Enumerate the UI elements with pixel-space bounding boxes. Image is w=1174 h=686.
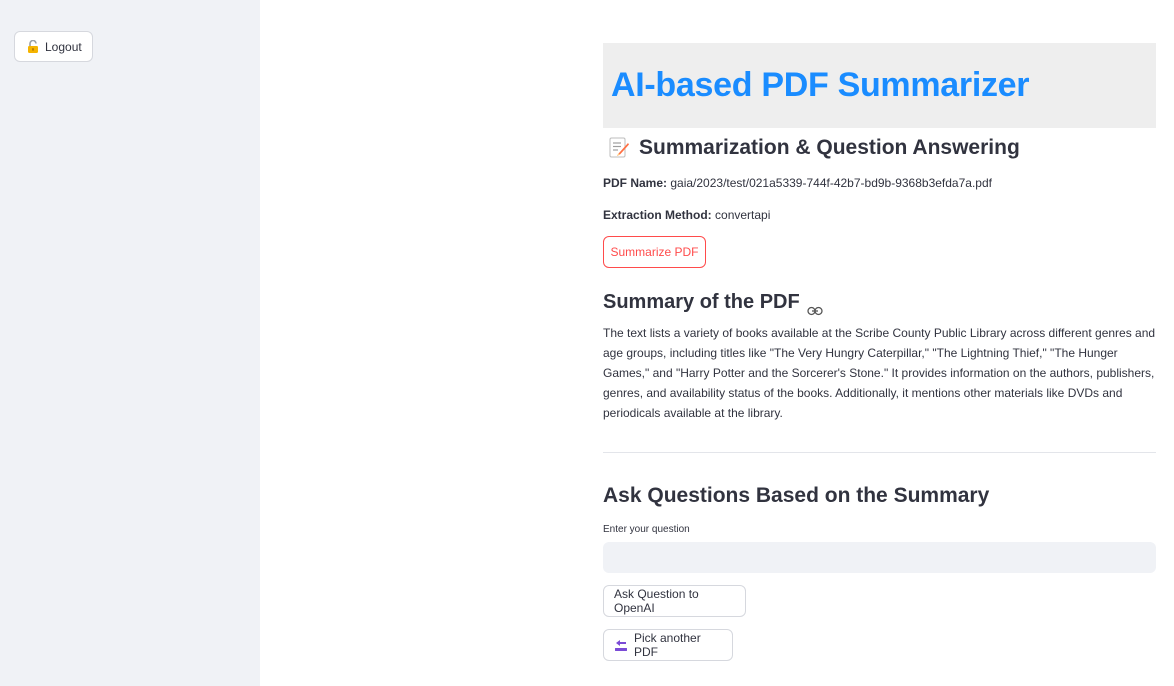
summary-paragraph: The text lists a variety of books availa… bbox=[603, 326, 1156, 420]
unlocked-lock-icon bbox=[27, 40, 39, 53]
pdf-name-line: PDF Name: gaia/2023/test/021a5339-744f-4… bbox=[603, 176, 1156, 190]
summary-heading-text: Summary of the PDF bbox=[603, 290, 800, 313]
subheader-text: Summarization & Question Answering bbox=[639, 136, 1020, 159]
extraction-method-label: Extraction Method: bbox=[603, 208, 712, 222]
back-arrow-icon bbox=[614, 638, 628, 652]
ask-openai-button[interactable]: Ask Question to OpenAI bbox=[603, 585, 746, 617]
anchor-link-icon[interactable] bbox=[807, 299, 823, 315]
pdf-name-value: gaia/2023/test/021a5339-744f-42b7-bd9b-9… bbox=[670, 176, 992, 190]
extraction-method-line: Extraction Method: convertapi bbox=[603, 208, 1156, 222]
question-input-label: Enter your question bbox=[603, 524, 690, 535]
logout-button[interactable]: Logout bbox=[14, 31, 93, 62]
pick-button-label: Pick another PDF bbox=[634, 631, 701, 659]
sidebar: Logout bbox=[0, 0, 260, 686]
qa-heading: Ask Questions Based on the Summary bbox=[603, 484, 990, 507]
page-title: AI-based PDF Summarizer bbox=[611, 66, 1030, 104]
summary-heading: Summary of the PDF bbox=[603, 289, 1156, 315]
main-content: AI-based PDF Summarizer Summarization & … bbox=[603, 43, 1156, 661]
memo-icon bbox=[607, 136, 631, 160]
summarize-pdf-button[interactable]: Summarize PDF bbox=[603, 236, 706, 268]
pdf-name-label: PDF Name: bbox=[603, 176, 668, 190]
pick-another-pdf-button[interactable]: Pick another PDF bbox=[603, 629, 733, 661]
title-banner: AI-based PDF Summarizer bbox=[603, 43, 1156, 128]
logout-label: Logout bbox=[45, 39, 82, 54]
extraction-method-value: convertapi bbox=[715, 208, 771, 222]
question-input[interactable] bbox=[603, 542, 1156, 573]
section-subheader: Summarization & Question Answering bbox=[603, 135, 1156, 161]
divider bbox=[603, 452, 1156, 453]
